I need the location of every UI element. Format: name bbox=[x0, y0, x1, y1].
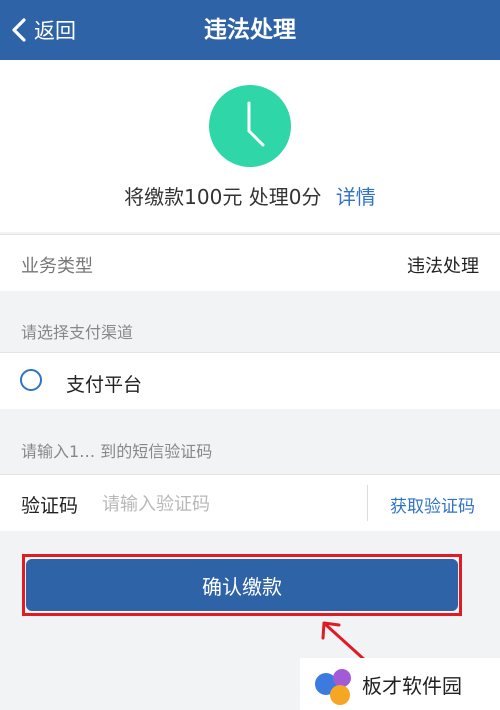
confirm-payment-button[interactable]: 确认缴款 bbox=[26, 559, 458, 611]
back-button[interactable]: 返回 bbox=[10, 12, 76, 48]
business-type-value: 违法处理 bbox=[407, 256, 479, 277]
back-label: 返回 bbox=[34, 19, 76, 43]
payment-channel-option[interactable]: 支付平台 bbox=[0, 352, 500, 409]
watermark-text: 板才软件园 bbox=[362, 674, 462, 698]
get-code-button[interactable]: 获取验证码 bbox=[390, 492, 475, 517]
divider bbox=[367, 485, 368, 521]
verification-code-input[interactable] bbox=[100, 485, 354, 523]
verification-row: 验证码 获取验证码 bbox=[0, 474, 500, 531]
clock-icon bbox=[209, 85, 291, 167]
points-text: 处理0分 bbox=[248, 185, 322, 209]
verification-label: 验证码 bbox=[21, 495, 79, 517]
chevron-left-icon bbox=[12, 18, 26, 42]
payment-channel-label: 请选择支付渠道 bbox=[21, 323, 134, 342]
business-type-row: 业务类型 违法处理 bbox=[0, 234, 500, 291]
radio-button[interactable] bbox=[20, 369, 42, 391]
details-link[interactable]: 详情 bbox=[336, 185, 376, 209]
top-bar: 返回 违法处理 bbox=[0, 0, 500, 60]
payment-channel-name: 支付平台 bbox=[66, 374, 143, 396]
watermark-logo-icon bbox=[315, 669, 351, 705]
business-type-label: 业务类型 bbox=[21, 256, 93, 277]
watermark: 板才软件园 bbox=[300, 658, 500, 710]
payment-amount-text: 将缴款100元 bbox=[124, 185, 243, 209]
payment-summary-card: 将缴款100元 处理0分 详情 bbox=[0, 60, 500, 232]
payment-summary: 将缴款100元 处理0分 详情 bbox=[0, 181, 500, 210]
sms-hint: 请输入1… 到的短信验证码 bbox=[21, 442, 213, 461]
